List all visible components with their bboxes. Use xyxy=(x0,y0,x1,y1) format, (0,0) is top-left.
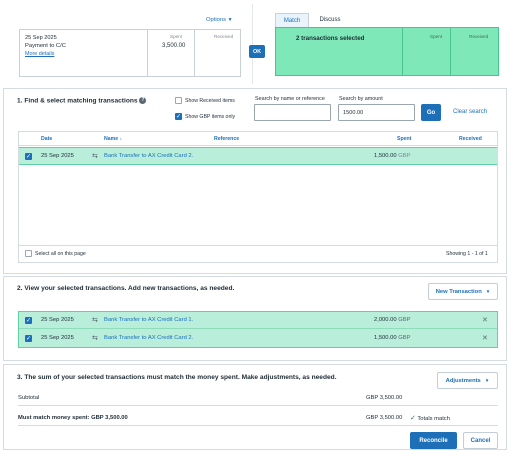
show-gbp-label: Show GBP items only xyxy=(185,113,236,120)
new-transaction-label: New Transaction xyxy=(435,288,482,295)
list-item-spent-value: 2,000.00 xyxy=(374,317,397,323)
find-title-text: 1. Find & select matching transactions xyxy=(17,97,138,105)
close-icon[interactable]: ✕ xyxy=(482,334,488,342)
row-name[interactable]: Bank Transfer to AX Credit Card 2. xyxy=(104,153,193,159)
col-name-label: Name xyxy=(104,136,119,142)
table-row[interactable]: ✓ 25 Sep 2025 ⇆ Bank Transfer to AX Cred… xyxy=(19,147,497,165)
match-summary-panel: 2 transactions selected Spent Received xyxy=(275,27,499,76)
sort-arrow-icon: ↓ xyxy=(119,136,123,142)
list-item-date: 25 Sep 2025 xyxy=(41,335,74,341)
list-item-name[interactable]: Bank Transfer to AX Credit Card 2. xyxy=(104,335,193,341)
more-details-link[interactable]: More details xyxy=(25,51,54,57)
pagination-status: Showing 1 - 1 of 1 xyxy=(446,251,488,257)
col-spent[interactable]: Spent xyxy=(397,136,411,142)
search-name-input[interactable] xyxy=(254,104,331,121)
find-section-title: 1. Find & select matching transactions ? xyxy=(17,97,147,105)
totals-match-label: Totals match xyxy=(417,416,450,422)
transfer-icon: ⇆ xyxy=(92,335,98,342)
tab-match-label: Match xyxy=(283,17,301,24)
adjustments-label: Adjustments xyxy=(445,377,481,384)
clear-search-link[interactable]: Clear search xyxy=(453,109,487,115)
help-icon[interactable]: ? xyxy=(139,97,147,104)
adjustments-button[interactable]: Adjustments ▼ xyxy=(437,372,498,389)
table-footer-divider xyxy=(19,245,497,246)
list-item-spent-value: 1,500.00 xyxy=(374,335,397,341)
row-spent-currency: GBP xyxy=(398,153,411,159)
row-spent-value: 1,500.00 xyxy=(374,153,397,159)
subtotal-divider xyxy=(18,405,498,406)
must-match-label: Must match money spent: GBP 3,500.00 xyxy=(18,415,128,421)
options-dropdown[interactable]: Options ▼ xyxy=(206,17,233,23)
reconcile-button[interactable]: Reconcile xyxy=(410,432,457,449)
tab-discuss[interactable]: Discuss xyxy=(312,13,348,27)
sum-section-title: 3. The sum of your selected transactions… xyxy=(17,374,337,381)
go-button[interactable]: Go xyxy=(421,104,441,121)
col-received[interactable]: Received xyxy=(459,136,482,142)
search-amount-label: Search by amount xyxy=(339,96,383,102)
totals-match-status: ✓ Totals match xyxy=(410,414,450,422)
selected-spent-col xyxy=(402,28,450,75)
match-divider xyxy=(18,425,498,426)
list-item-spent: 2,000.00 GBP xyxy=(374,317,410,323)
statement-date: 25 Sep 2025 xyxy=(25,35,57,41)
show-gbp-toggle[interactable]: ✓ Show GBP items only xyxy=(175,113,235,120)
list-item[interactable]: ✓ 25 Sep 2025 ⇆ Bank Transfer to AX Cred… xyxy=(19,330,497,347)
close-icon[interactable]: ✕ xyxy=(482,316,488,324)
options-label: Options xyxy=(206,17,226,23)
selected-count-title: 2 transactions selected xyxy=(296,35,365,42)
transfer-icon: ⇆ xyxy=(92,317,98,324)
search-amount-input[interactable]: 1500.00 xyxy=(338,104,415,121)
list-item-spent: 1,500.00 GBP xyxy=(374,335,410,341)
selected-received-label: Received xyxy=(469,34,489,39)
statement-payee: Payment to C/C xyxy=(25,43,66,49)
row-checkbox[interactable]: ✓ xyxy=(25,153,32,160)
row-spent: 1,500.00 GBP xyxy=(374,153,410,159)
list-item-date: 25 Sep 2025 xyxy=(41,317,74,323)
row-date: 25 Sep 2025 xyxy=(41,153,74,159)
list-item-currency: GBP xyxy=(398,317,411,323)
statement-spent-value: 3,500.00 xyxy=(162,43,186,49)
chevron-down-icon: ▼ xyxy=(485,289,491,294)
selected-spent-label: Spent xyxy=(430,34,443,39)
show-gbp-checkbox[interactable]: ✓ xyxy=(175,113,182,120)
statement-line-card: 25 Sep 2025 Payment to C/C More details … xyxy=(19,29,241,77)
col-reference[interactable]: Reference xyxy=(214,136,239,142)
show-received-checkbox[interactable] xyxy=(175,97,182,104)
col-date[interactable]: Date xyxy=(41,136,52,142)
ok-button[interactable]: OK xyxy=(249,45,265,58)
search-name-label: Search by name or reference xyxy=(255,96,325,102)
chevron-down-icon: ▼ xyxy=(227,17,233,23)
list-item[interactable]: ✓ 25 Sep 2025 ⇆ Bank Transfer to AX Cred… xyxy=(19,312,497,329)
check-icon: ✓ xyxy=(410,415,416,422)
cancel-button[interactable]: Cancel xyxy=(463,432,498,449)
new-transaction-button[interactable]: New Transaction ▼ xyxy=(428,283,498,300)
select-all-label: Select all on this page xyxy=(35,250,86,257)
must-match-value: GBP 3,500.00 xyxy=(366,415,403,421)
list-item-name[interactable]: Bank Transfer to AX Credit Card 1. xyxy=(104,317,193,323)
col-name[interactable]: Name ↓ xyxy=(104,136,122,142)
tab-discuss-label: Discuss xyxy=(319,17,341,23)
tab-match[interactable]: Match xyxy=(275,13,309,27)
subtotal-value: GBP 3,500.00 xyxy=(366,395,403,401)
find-table-header: Date Name ↓ Reference Spent Received xyxy=(19,132,497,146)
list-item-currency: GBP xyxy=(398,335,411,341)
statement-spent-label: Spent xyxy=(170,34,183,39)
select-all-toggle[interactable]: Select all on this page xyxy=(25,250,86,257)
view-section-title: 2. View your selected transactions. Add … xyxy=(17,285,235,292)
subtotal-label: Subtotal xyxy=(18,395,40,401)
transfer-icon: ⇆ xyxy=(92,153,98,160)
show-received-toggle[interactable]: Show Received items xyxy=(175,97,235,104)
chevron-down-icon: ▼ xyxy=(484,378,490,383)
list-item-checkbox[interactable]: ✓ xyxy=(25,335,32,342)
select-all-checkbox[interactable] xyxy=(25,250,32,257)
statement-received-label: Received xyxy=(214,34,234,39)
list-item-checkbox[interactable]: ✓ xyxy=(25,317,32,324)
show-received-label: Show Received items xyxy=(185,97,235,104)
